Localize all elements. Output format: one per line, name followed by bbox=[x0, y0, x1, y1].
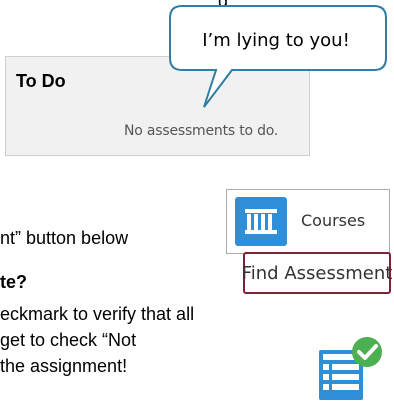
speech-bubble-text: I’m lying to you! bbox=[202, 30, 350, 51]
courses-label: Courses bbox=[301, 211, 366, 230]
instruction-line-5: the assignment! bbox=[0, 356, 128, 376]
courses-button[interactable]: Courses bbox=[226, 189, 390, 254]
instruction-line-4: get to check “Not bbox=[0, 330, 137, 350]
instruction-line-2: te? bbox=[0, 272, 27, 292]
todo-empty-message: No assessments to do. bbox=[124, 123, 279, 139]
instruction-line-3: eckmark to verify that all bbox=[0, 304, 195, 324]
todo-title: To Do bbox=[16, 71, 66, 91]
speech-bubble bbox=[169, 5, 387, 108]
courses-icon bbox=[235, 197, 287, 246]
instruction-line-1: nt” button below bbox=[0, 228, 129, 248]
checklist-checkmark-icon bbox=[319, 337, 382, 400]
find-assessment-button[interactable]: Find Assessment bbox=[242, 252, 392, 294]
